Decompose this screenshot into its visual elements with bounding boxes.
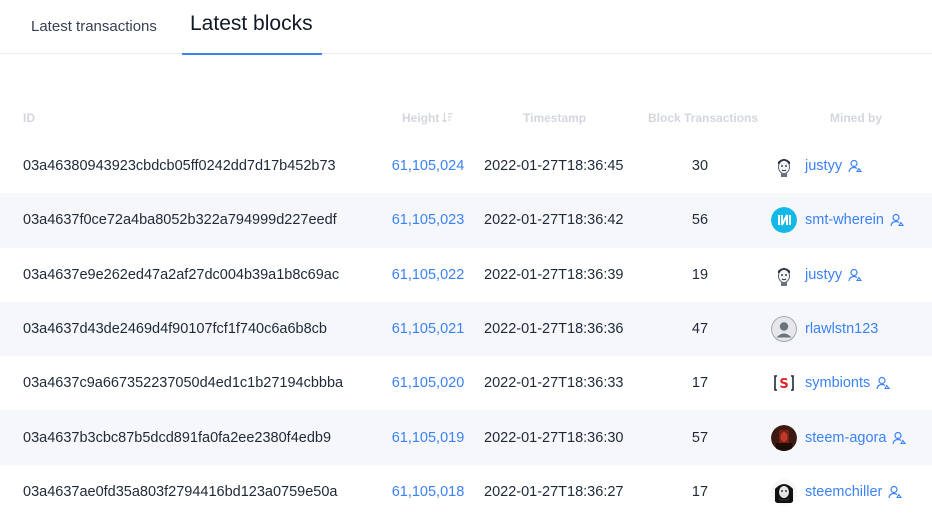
witness-user-icon [848, 159, 863, 173]
block-timestamp: 2022-01-27T18:36:45 [484, 158, 624, 175]
miner-avatar[interactable]: S [771, 370, 797, 397]
miner-avatar[interactable] [771, 424, 797, 451]
svg-text:S: S [779, 377, 788, 392]
block-transaction-count: 19 [691, 266, 709, 283]
block-timestamp: 2022-01-27T18:36:30 [484, 429, 624, 446]
tab-bar: Latest transactions Latest blocks [0, 0, 932, 55]
miner-name-link[interactable]: steem-agora [805, 430, 886, 446]
column-header-id[interactable]: ID [23, 111, 35, 125]
column-header-height[interactable]: Height [402, 111, 453, 126]
miner-name-link[interactable]: justyy [805, 267, 842, 283]
table-row: 03a4637f0ce72a4ba8052b322a794999d227eedf… [0, 193, 932, 248]
block-transaction-count: 17 [691, 375, 709, 392]
block-height-link[interactable]: 61,105,023 [378, 193, 478, 247]
witness-user-icon [892, 431, 907, 445]
block-timestamp: 2022-01-27T18:36:33 [484, 375, 624, 392]
miner: justyy [771, 139, 863, 193]
block-height-link[interactable]: 61,105,022 [378, 248, 478, 302]
column-header-height-label: Height [402, 111, 440, 125]
table-row: 03a4637b3cbc87b5dcd891fa0fa2ee2380f4edb9… [0, 410, 932, 465]
miner-name-link[interactable]: symbionts [805, 375, 870, 391]
miner-avatar[interactable] [771, 207, 797, 234]
active-tab-indicator [182, 53, 322, 55]
miner-name-link[interactable]: smt-wherein [805, 212, 884, 228]
witness-user-icon [888, 485, 903, 499]
witness-user-icon [848, 268, 863, 282]
block-timestamp: 2022-01-27T18:36:27 [484, 483, 624, 500]
block-id[interactable]: 03a4637f0ce72a4ba8052b322a794999d227eedf [23, 193, 337, 247]
miner-avatar[interactable] [771, 478, 797, 505]
block-transaction-count: 56 [691, 212, 709, 229]
column-header-timestamp[interactable]: Timestamp [523, 111, 586, 125]
tab-latest-transactions[interactable]: Latest transactions [31, 18, 157, 35]
table-row: 03a4637ae0fd35a803f2794416bd123a0759e50a… [0, 465, 932, 519]
block-transaction-count: 47 [691, 321, 709, 338]
block-transaction-count: 57 [691, 429, 709, 446]
block-height-link[interactable]: 61,105,020 [378, 356, 478, 410]
tab-latest-blocks[interactable]: Latest blocks [182, 0, 322, 55]
block-timestamp: 2022-01-27T18:36:36 [484, 321, 624, 338]
table-row: 03a4637e9e262ed47a2af27dc004b39a1b8c69ac… [0, 248, 932, 302]
miner: rlawlstn123 [771, 302, 878, 356]
block-id[interactable]: 03a4637ae0fd35a803f2794416bd123a0759e50a [23, 465, 338, 519]
tab-latest-blocks-label: Latest blocks [190, 12, 313, 35]
miner-name-link[interactable]: justyy [805, 158, 842, 174]
miner-avatar[interactable] [771, 316, 797, 343]
table-row: 03a4637c9a667352237050d4ed1c1b27194cbbba… [0, 356, 932, 410]
table-row: 03a46380943923cbdcb05ff0242dd7d17b452b73… [0, 139, 932, 193]
block-id[interactable]: 03a4637d43de2469d4f90107fcf1f740c6a6b8cb [23, 302, 327, 356]
table-header: ID Height Timestamp Block Transactions M… [0, 108, 932, 128]
miner: steemchiller [771, 465, 903, 519]
miner-avatar[interactable] [771, 261, 797, 288]
block-timestamp: 2022-01-27T18:36:39 [484, 266, 624, 283]
block-transaction-count: 17 [691, 483, 709, 500]
block-id[interactable]: 03a4637b3cbc87b5dcd891fa0fa2ee2380f4edb9 [23, 410, 331, 464]
block-timestamp: 2022-01-27T18:36:42 [484, 212, 624, 229]
block-id[interactable]: 03a4637e9e262ed47a2af27dc004b39a1b8c69ac [23, 248, 339, 302]
witness-user-icon [890, 213, 904, 227]
miner-avatar[interactable] [771, 153, 797, 180]
block-id[interactable]: 03a46380943923cbdcb05ff0242dd7d17b452b73 [23, 139, 336, 193]
witness-user-icon [876, 376, 891, 390]
miner: steem-agora [771, 410, 907, 464]
miner-name-link[interactable]: rlawlstn123 [805, 321, 878, 337]
miner: smt-wherein [771, 193, 904, 247]
block-id[interactable]: 03a4637c9a667352237050d4ed1c1b27194cbbba [23, 356, 343, 410]
column-header-block-transactions[interactable]: Block Transactions [648, 111, 758, 125]
block-height-link[interactable]: 61,105,019 [378, 410, 478, 464]
blocks-table-body: 03a46380943923cbdcb05ff0242dd7d17b452b73… [0, 139, 932, 519]
miner: Ssymbionts [771, 356, 891, 410]
block-transaction-count: 30 [691, 158, 709, 175]
block-height-link[interactable]: 61,105,024 [378, 139, 478, 193]
block-height-link[interactable]: 61,105,018 [378, 465, 478, 519]
miner-name-link[interactable]: steemchiller [805, 484, 882, 500]
sort-descending-icon[interactable] [442, 112, 453, 126]
block-height-link[interactable]: 61,105,021 [378, 302, 478, 356]
table-row: 03a4637d43de2469d4f90107fcf1f740c6a6b8cb… [0, 301, 932, 357]
miner: justyy [771, 248, 863, 302]
column-header-mined-by[interactable]: Mined by [830, 111, 882, 125]
